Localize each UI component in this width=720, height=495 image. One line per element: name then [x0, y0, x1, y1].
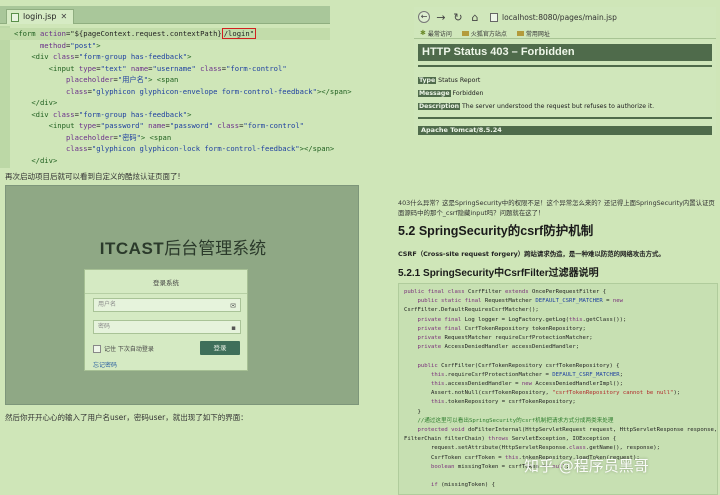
code-line: <div class="form-group has-feedback"> — [31, 109, 192, 119]
java-code-line: private RequestMatcher requireCsrfProtec… — [417, 335, 593, 341]
description-row: Description The server understood the req… — [418, 103, 655, 110]
java-code-line: private final Log logger = LogFactory.ge… — [417, 316, 627, 323]
login-box-title: 登录系统 — [153, 279, 179, 287]
section-heading: 5.2 SpringSecurity的csrf防护机制 — [398, 224, 594, 238]
divider — [418, 65, 712, 67]
brand-bold: ITCAST — [99, 239, 165, 258]
java-code-line: this.tokenRepository = csrfTokenReposito… — [430, 399, 576, 406]
close-tab-icon[interactable]: ✕ — [61, 10, 68, 24]
caption-forbidden: 然后你开开心心的输入了用户名user，密码user，就出现了如下的界面： — [5, 413, 248, 422]
code-line: class="glyphicon glyphicon-lock form-con… — [65, 144, 335, 153]
bookmark-common[interactable]: 常用网址 — [516, 29, 550, 38]
login-button[interactable]: 登录 — [200, 341, 240, 355]
browser-nav-bar: ← → ↻ ⌂ localhost:8080/pages/main.jsp — [414, 7, 716, 27]
browser-window: ← → ↻ ⌂ localhost:8080/pages/main.jsp ✱ 最… — [414, 7, 716, 135]
java-code-line: public CsrfFilter(CsrfTokenRepository cs… — [417, 362, 620, 369]
url-text: localhost:8080/pages/main.jsp — [502, 12, 617, 22]
username-placeholder: 用户名 — [98, 301, 117, 308]
java-code-line: public static final RequestMatcher DEFAU… — [417, 298, 623, 305]
article-paragraph: 403什么异常？这是SpringSecurity中的权限不足！这个异常怎么来的？… — [398, 199, 715, 217]
bookmark-most-visited[interactable]: ✱ 最常访问 — [420, 29, 452, 38]
code-editor[interactable]: <form action="${pageContext.request.cont… — [0, 26, 352, 168]
java-code-line: private AccessDeniedHandler accessDenied… — [417, 344, 580, 351]
subsection-heading: 5.2.1 SpringSecurity中CsrfFilter过滤器说明 — [398, 268, 599, 279]
right-column: ← → ↻ ⌂ localhost:8080/pages/main.jsp ✱ 最… — [361, 0, 720, 495]
java-code-line: if (missingToken) { — [430, 482, 495, 489]
bookmark-firefox[interactable]: 火狐官方站点 — [461, 29, 507, 38]
tomcat-footer: Apache Tomcat/8.5.24 — [418, 126, 712, 135]
java-code-line: //通过这里可以看出SpringSecurity的csrf机制把请求方式分成两类… — [404, 417, 614, 424]
divider — [85, 293, 247, 294]
code-line: placeholder="密码"> <span — [65, 132, 172, 142]
remember-label: 记住 下次自动登录 — [104, 346, 154, 353]
bookmarks-bar: ✱ 最常访问 火狐官方站点 常用网址 — [414, 28, 716, 39]
brand-title: ITCAST后台管理系统 — [6, 234, 360, 259]
login-box: 登录系统 用户名 ✉ 密码 ▪ 记住 下次自动登录 登录 忘记密码 — [84, 269, 248, 371]
code-line: <input type="text" name="username" class… — [48, 63, 287, 73]
lock-icon: ▪ — [231, 324, 236, 332]
folder-icon — [461, 30, 469, 36]
java-code-line: CsrfFilter.DefaultRequiresCsrfMatcher(); — [404, 307, 539, 314]
remember-checkbox[interactable] — [93, 344, 101, 353]
java-code-line: private final CsrfTokenRepository tokenR… — [417, 325, 586, 332]
brand-rest: 后台管理系统 — [164, 239, 267, 258]
editor-tab-bar: login.jsp ✕ — [0, 6, 330, 24]
java-code-line: this.accessDeniedHandler = new AccessDen… — [430, 381, 623, 387]
code-line: </div> — [31, 98, 58, 107]
code-line: <div class="form-group has-feedback"> — [31, 52, 192, 61]
envelope-icon: ✉ — [230, 302, 236, 310]
java-code-line: public final class CsrfFilter extends On… — [404, 289, 607, 295]
java-code-line: } — [404, 408, 421, 415]
type-row: Type Status Report — [418, 77, 481, 84]
csrf-definition: CSRF（Cross-site request forgery）跨站请求伪造，是… — [398, 250, 665, 258]
code-line: class="glyphicon glyphicon-envelope form… — [65, 86, 352, 96]
left-column: login.jsp ✕ <form action="${pageContext.… — [0, 0, 361, 495]
divider — [418, 117, 712, 119]
star-icon: ✱ — [420, 29, 426, 37]
zhihu-watermark: 知乎 @程序员黑哥 — [524, 457, 649, 475]
page-info-icon — [490, 12, 498, 22]
caption-restart: 再次启动项目后就可以看到自定义的酷炫认证页面了! — [5, 172, 181, 181]
login-page-screenshot: ITCAST后台管理系统 登录系统 用户名 ✉ 密码 ▪ 记住 下次自动登录 登… — [5, 185, 359, 405]
jsp-file-icon — [11, 12, 19, 22]
home-icon[interactable]: ⌂ — [469, 11, 481, 24]
java-code-line: this.requireCsrfProtectionMatcher = DEFA… — [430, 371, 623, 378]
message-row: Message Forbidden — [418, 90, 484, 97]
remember-me[interactable]: 记住 下次自动登录 — [93, 344, 154, 353]
code-line: placeholder="用户名"> <span — [65, 75, 179, 84]
java-code-line: request.setAttribute(HttpServletResponse… — [404, 445, 660, 452]
password-input[interactable]: 密码 ▪ — [93, 320, 241, 334]
back-icon[interactable]: ← — [418, 11, 430, 23]
java-code-line: protected void doFilterInternal(HttpServ… — [417, 427, 718, 433]
http-status-title: HTTP Status 403 – Forbidden — [418, 44, 712, 61]
forgot-password-link[interactable]: 忘记密码 — [93, 360, 117, 369]
reload-icon[interactable]: ↻ — [452, 11, 464, 24]
code-line: <input type="password" name="password" c… — [48, 121, 304, 130]
editor-tab-login-jsp[interactable]: login.jsp ✕ — [6, 9, 75, 24]
password-placeholder: 密码 — [98, 323, 111, 330]
code-line: <form action="${pageContext.request.cont… — [0, 28, 330, 40]
java-code-line: FilterChain filterChain) throws ServletE… — [404, 436, 617, 443]
forward-icon[interactable]: → — [435, 11, 447, 24]
url-bar[interactable]: localhost:8080/pages/main.jsp — [490, 12, 617, 22]
code-line: method="post"> — [39, 40, 101, 50]
folder-icon — [516, 30, 524, 36]
editor-tab-label: login.jsp — [23, 12, 57, 21]
java-code-line: Assert.notNull(csrfTokenRepository, "csr… — [404, 390, 681, 397]
code-line: </div> — [31, 155, 58, 165]
username-input[interactable]: 用户名 ✉ — [93, 298, 241, 312]
